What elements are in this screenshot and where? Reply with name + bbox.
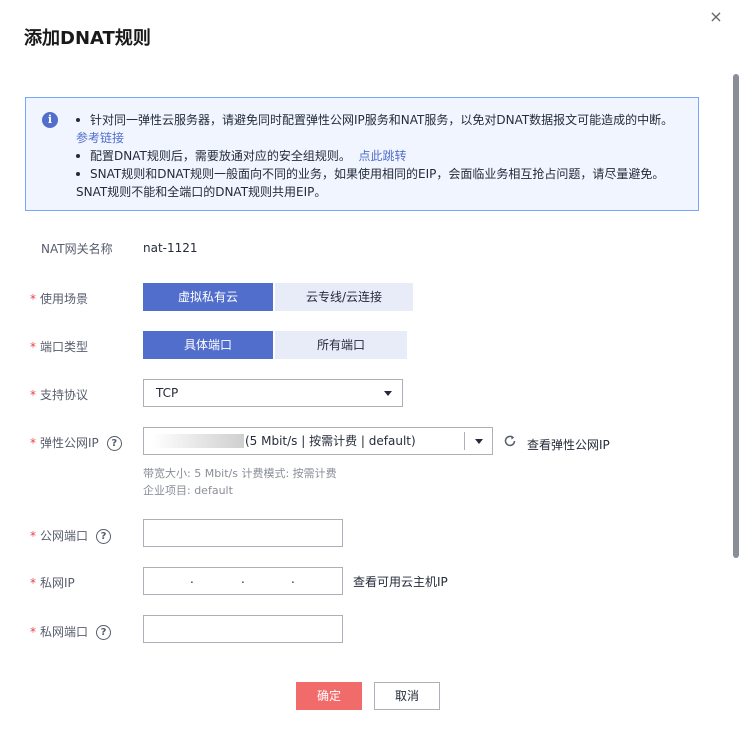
nat-gateway-label: NAT网关名称 (41, 242, 113, 256)
notice-line-2: 配置DNAT规则后，需要放通对应的安全组规则。 点此跳转 (76, 147, 673, 165)
ip-separator: . (291, 572, 295, 586)
protocol-label-text: 支持协议 (40, 388, 89, 402)
caret-down-icon (475, 439, 483, 444)
masked-ip (152, 434, 244, 448)
port-type-label: * 端口类型 (30, 338, 88, 355)
eip-value: (5 Mbit/s | 按需计费 | default) (245, 434, 416, 448)
caret-down-icon (384, 391, 392, 396)
required-mark: * (30, 529, 36, 543)
private-ip-label-text: 私网IP (40, 576, 75, 590)
bullet-icon (76, 153, 80, 158)
bullet-icon (76, 171, 80, 176)
required-mark: * (30, 292, 36, 306)
scenario-label: * 使用场景 (30, 290, 88, 307)
bullet-icon (76, 117, 80, 122)
ip-separator: . (241, 572, 245, 586)
private-port-label: * 私网端口? (30, 623, 112, 640)
protocol-value: TCP (156, 386, 179, 400)
required-mark: * (30, 388, 36, 402)
required-mark: * (30, 436, 36, 450)
close-icon[interactable]: × (707, 8, 725, 26)
help-icon[interactable]: ? (96, 529, 112, 544)
scenario-label-text: 使用场景 (40, 292, 89, 306)
confirm-button[interactable]: 确定 (296, 682, 362, 710)
eip-note-project: 企业项目: default (143, 484, 233, 497)
notice-text: SNAT规则和DNAT规则一般面向不同的业务，如果使用相同的EIP，会面临业务相… (90, 167, 665, 181)
notice-text: 配置DNAT规则后，需要放通对应的安全组规则。 (90, 149, 351, 163)
port-type-label-text: 端口类型 (40, 340, 89, 354)
notice-line-1: 针对同一弹性云服务器，请避免同时配置弹性公网IP服务和NAT服务，以免对DNAT… (76, 111, 673, 129)
view-eip-link[interactable]: 查看弹性公网IP (527, 436, 610, 453)
scrollbar[interactable] (733, 74, 739, 558)
port-type-all-button[interactable]: 所有端口 (275, 331, 407, 359)
required-mark: * (30, 576, 36, 590)
refresh-icon[interactable] (503, 434, 517, 448)
view-host-ip-link[interactable]: 查看可用云主机IP (353, 573, 448, 590)
notice-box: i 针对同一弹性云服务器，请避免同时配置弹性公网IP服务和NAT服务，以免对DN… (25, 97, 699, 211)
eip-label-text: 弹性公网IP (40, 436, 99, 450)
private-port-label-text: 私网端口 (40, 625, 89, 639)
notice-line-3: SNAT规则和DNAT规则一般面向不同的业务，如果使用相同的EIP，会面临业务相… (76, 165, 673, 183)
port-type-specific-button[interactable]: 具体端口 (143, 331, 273, 359)
help-icon[interactable]: ? (96, 625, 112, 640)
notice-lines: 针对同一弹性云服务器，请避免同时配置弹性公网IP服务和NAT服务，以免对DNAT… (76, 111, 673, 201)
public-port-input[interactable] (143, 519, 343, 547)
jump-link[interactable]: 点此跳转 (358, 149, 406, 163)
eip-label: * 弹性公网IP? (30, 434, 122, 451)
reference-link[interactable]: 参考链接 (76, 131, 124, 145)
protocol-select[interactable]: TCP (143, 379, 403, 407)
info-icon: i (42, 112, 58, 128)
notice-text: 针对同一弹性云服务器，请避免同时配置弹性公网IP服务和NAT服务，以免对DNAT… (90, 113, 674, 127)
public-port-label: * 公网端口? (30, 527, 112, 544)
dialog-title: 添加DNAT规则 (24, 28, 151, 49)
eip-select[interactable]: (5 Mbit/s | 按需计费 | default) (143, 427, 493, 455)
eip-note-bandwidth: 带宽大小: 5 Mbit/s 计费模式: 按需计费 (143, 467, 337, 480)
select-divider (464, 432, 465, 450)
notice-line-3-cont: SNAT规则不能和全端口的DNAT规则共用EIP。 (76, 185, 327, 199)
help-icon[interactable]: ? (106, 436, 122, 451)
ip-separator: . (190, 572, 194, 586)
private-port-input[interactable] (143, 615, 343, 643)
scenario-dc-button[interactable]: 云专线/云连接 (275, 283, 413, 311)
public-port-label-text: 公网端口 (40, 529, 89, 543)
required-mark: * (30, 625, 36, 639)
private-ip-input[interactable]: . . . (143, 567, 343, 595)
required-mark: * (30, 340, 36, 354)
private-ip-label: * 私网IP (30, 574, 75, 591)
notice-line-1-cont: 参考链接 (76, 129, 673, 147)
nat-gateway-value: nat-1121 (143, 241, 198, 255)
scenario-vpc-button[interactable]: 虚拟私有云 (143, 283, 273, 311)
cancel-button[interactable]: 取消 (374, 682, 440, 710)
protocol-label: * 支持协议 (30, 386, 88, 403)
